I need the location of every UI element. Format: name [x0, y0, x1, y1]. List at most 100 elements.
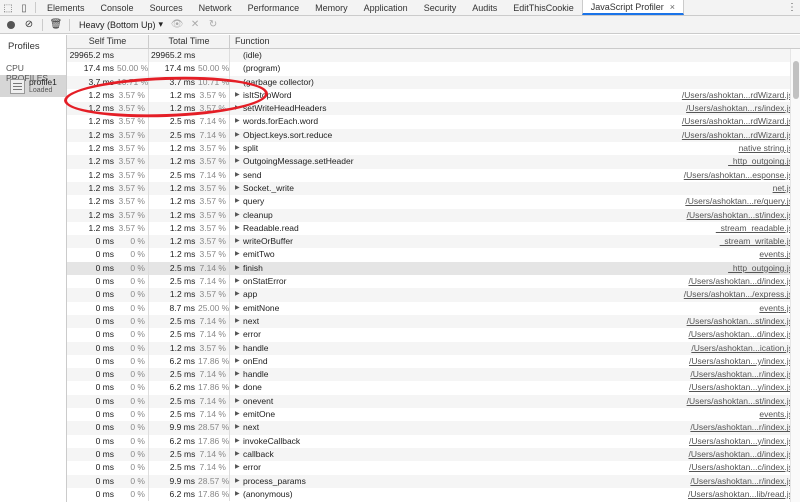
table-row[interactable]: 0 ms 0 % 6.2 ms 17.86 % ▶ done/Users/ashoktan…	[67, 381, 800, 395]
table-row[interactable]: 1.2 ms 3.57 % 1.2 ms 3.57 % ▶ isItStopWord/Us…	[67, 88, 800, 103]
expand-arrow-icon[interactable]: ▶	[235, 302, 243, 315]
expand-arrow-icon[interactable]: ▶	[235, 155, 243, 168]
expand-arrow-icon[interactable]: ▶	[235, 275, 243, 288]
source-link[interactable]: /Users/ashoktan...re/query.js:4	[680, 195, 800, 208]
tab-sources[interactable]: Sources	[142, 0, 191, 15]
expand-arrow-icon[interactable]: ▶	[235, 209, 243, 222]
table-row[interactable]: 0 ms 0 % 2.5 ms 7.14 % ▶ callback/Users/ashok…	[67, 447, 800, 462]
profile-item[interactable]: profile1 Loaded	[0, 75, 66, 97]
tab-application[interactable]: Application	[356, 0, 416, 15]
more-options-icon[interactable]: ⋮	[784, 0, 800, 15]
source-link[interactable]: /Users/ashoktan...st/index.js:6	[680, 209, 800, 222]
source-link[interactable]: events.js:8	[680, 302, 800, 315]
table-row[interactable]: 0 ms 0 % 2.5 ms 7.14 % ▶ onStatError/Users/as…	[67, 275, 800, 289]
source-link[interactable]: /Users/ashoktan...d/index.js:2	[680, 328, 800, 341]
source-link[interactable]: _http_outgoing.js:3	[680, 155, 800, 168]
source-link[interactable]: /Users/ashoktan...y/index.js:2	[680, 355, 800, 368]
expand-arrow-icon[interactable]: ▶	[235, 435, 243, 448]
source-link[interactable]: /Users/ashoktan...lib/read.js:1	[680, 488, 800, 501]
table-row[interactable]: 0 ms 0 % 9.9 ms 28.57 % ▶ process_params/User…	[67, 474, 800, 488]
expand-arrow-icon[interactable]: ▶	[235, 235, 243, 248]
expand-arrow-icon[interactable]: ▶	[235, 262, 243, 275]
expand-arrow-icon[interactable]: ▶	[235, 421, 243, 434]
table-row[interactable]: 0 ms 0 % 2.5 ms 7.14 % ▶ onevent/Users/ashokt…	[67, 394, 800, 409]
expand-arrow-icon[interactable]: ▶	[235, 488, 243, 501]
expand-arrow-icon[interactable]: ▶	[235, 288, 243, 301]
table-row[interactable]: 0 ms 0 % 2.5 ms 7.14 % ▶ emitOne events.js:9	[67, 408, 800, 422]
source-link[interactable]: /Users/ashoktan...rdWizard.js:1	[680, 129, 800, 142]
focus-button[interactable]: 👁	[170, 18, 184, 32]
expand-arrow-icon[interactable]: ▶	[235, 248, 243, 261]
source-link[interactable]: /Users/ashoktan...y/index.js:2	[680, 435, 800, 448]
expand-arrow-icon[interactable]: ▶	[235, 129, 243, 142]
source-link[interactable]: /Users/ashoktan...rs/index.js:8	[680, 102, 800, 115]
total-time-header[interactable]: Total Time	[149, 35, 230, 48]
table-row[interactable]: 17.4 ms 50.00 % 17.4 ms 50.00 % (program)	[67, 62, 800, 76]
restore-button[interactable]: ↻	[206, 18, 220, 32]
expand-arrow-icon[interactable]: ▶	[235, 448, 243, 461]
expand-arrow-icon[interactable]: ▶	[235, 368, 243, 381]
source-link[interactable]: /Users/ashoktan...r/index.js:1	[680, 368, 800, 381]
source-link[interactable]: native string.js:2	[680, 142, 800, 155]
table-row[interactable]: 0 ms 0 % 2.5 ms 7.14 % ▶ handle/Users/ashokta…	[67, 368, 800, 382]
tab-console[interactable]: Console	[93, 0, 142, 15]
expand-arrow-icon[interactable]: ▶	[235, 408, 243, 421]
table-row[interactable]: 0 ms 0 % 8.7 ms 25.00 % ▶ emitNone events.js:8	[67, 301, 800, 315]
expand-arrow-icon[interactable]: ▶	[235, 142, 243, 155]
table-row[interactable]: 1.2 ms 3.57 % 1.2 ms 3.57 % ▶ Readable.read _s…	[67, 221, 800, 236]
source-link[interactable]: net.js:7	[680, 182, 800, 195]
expand-arrow-icon[interactable]: ▶	[235, 102, 243, 115]
table-row[interactable]: 0 ms 0 % 2.5 ms 7.14 % ▶ error/Users/ashoktan…	[67, 461, 800, 475]
table-row[interactable]: 29965.2 ms 29965.2 ms (idle)	[67, 49, 800, 63]
expand-arrow-icon[interactable]: ▶	[235, 475, 243, 488]
expand-arrow-icon[interactable]: ▶	[235, 355, 243, 368]
expand-arrow-icon[interactable]: ▶	[235, 328, 243, 341]
source-link[interactable]: /Users/ashoktan...st/index.js:7	[680, 315, 800, 328]
table-row[interactable]: 1.2 ms 3.57 % 2.5 ms 7.14 % ▶ send/Users/asho…	[67, 168, 800, 182]
view-mode-select[interactable]: Heavy (Bottom Up) ▾	[76, 19, 166, 30]
source-link[interactable]: events.js:9	[680, 408, 800, 421]
table-row[interactable]: 0 ms 0 % 1.2 ms 3.57 % ▶ emitTwo events.js:1	[67, 248, 800, 262]
source-link[interactable]: _http_outgoing.js:5	[680, 262, 800, 275]
expand-arrow-icon[interactable]: ▶	[235, 169, 243, 182]
table-row[interactable]: 0 ms 0 % 1.2 ms 3.57 % ▶ app/Users/ashoktan..…	[67, 288, 800, 302]
record-button[interactable]	[4, 18, 18, 32]
table-row[interactable]: 1.2 ms 3.57 % 1.2 ms 3.57 % ▶ split native str…	[67, 142, 800, 156]
table-row[interactable]: 0 ms 0 % 2.5 ms 7.14 % ▶ next/Users/ashoktan.…	[67, 314, 800, 329]
source-link[interactable]: /Users/ashoktan.../express.js:3	[680, 288, 800, 301]
table-row[interactable]: 1.2 ms 3.57 % 1.2 ms 3.57 % ▶ setWriteHeadHea…	[67, 102, 800, 116]
table-row[interactable]: 1.2 ms 3.57 % 2.5 ms 7.14 % ▶ words.forEach.w…	[67, 115, 800, 129]
tab-javascript-profiler[interactable]: JavaScript Profiler ×	[581, 0, 685, 15]
expand-arrow-icon[interactable]: ▶	[235, 381, 243, 394]
expand-arrow-icon[interactable]: ▶	[235, 461, 243, 474]
source-link[interactable]: /Users/ashoktan...rdWizard.js:4	[680, 115, 800, 128]
self-time-header[interactable]: Self Time	[67, 35, 149, 48]
delete-button[interactable]: 🗑	[49, 18, 63, 32]
expand-arrow-icon[interactable]: ▶	[235, 182, 243, 195]
table-row[interactable]: 0 ms 0 % 2.5 ms 7.14 % ▶ error/Users/ashoktan…	[67, 328, 800, 342]
source-link[interactable]: /Users/ashoktan...d/index.js:4	[680, 275, 800, 288]
source-link[interactable]: /Users/ashoktan...esponse.js:1	[680, 169, 800, 182]
device-toolbar-icon[interactable]: ▯	[16, 0, 32, 16]
expand-arrow-icon[interactable]: ▶	[235, 89, 243, 102]
tab-memory[interactable]: Memory	[307, 0, 356, 15]
source-link[interactable]: _stream_writable.js:2	[680, 235, 800, 248]
table-row[interactable]: 0 ms 0 % 6.2 ms 17.86 % ▶ onEnd/Users/ashokta…	[67, 354, 800, 369]
vertical-scrollbar[interactable]	[790, 49, 800, 502]
table-row[interactable]: 3.7 ms 10.71 % 3.7 ms 10.71 % (garbage colle…	[67, 75, 800, 89]
function-header[interactable]: Function	[230, 35, 800, 48]
source-link[interactable]: /Users/ashoktan...d/index.js:5	[680, 448, 800, 461]
source-link[interactable]: _stream_readable.js:2	[680, 222, 800, 235]
source-link[interactable]: events.js:1	[680, 248, 800, 261]
source-link[interactable]: /Users/ashoktan...rdWizard.js:4	[680, 89, 800, 102]
tab-network[interactable]: Network	[191, 0, 240, 15]
tab-elements[interactable]: Elements	[39, 0, 93, 15]
source-link[interactable]: /Users/ashoktan...y/index.js:1	[680, 381, 800, 394]
table-row[interactable]: 1.2 ms 3.57 % 2.5 ms 7.14 % ▶ Object.keys.sor…	[67, 128, 800, 143]
expand-arrow-icon[interactable]: ▶	[235, 195, 243, 208]
source-link[interactable]: /Users/ashoktan...r/index.js:3	[680, 475, 800, 488]
table-row[interactable]: 0 ms 0 % 1.2 ms 3.57 % ▶ handle/Users/ashokta…	[67, 341, 800, 355]
table-row[interactable]: 0 ms 0 % 1.2 ms 3.57 % ▶ writeOrBuffer _stream…	[67, 235, 800, 249]
tab-close-icon[interactable]: ×	[670, 2, 675, 12]
source-link[interactable]: /Users/ashoktan...ication.js:1	[680, 342, 800, 355]
